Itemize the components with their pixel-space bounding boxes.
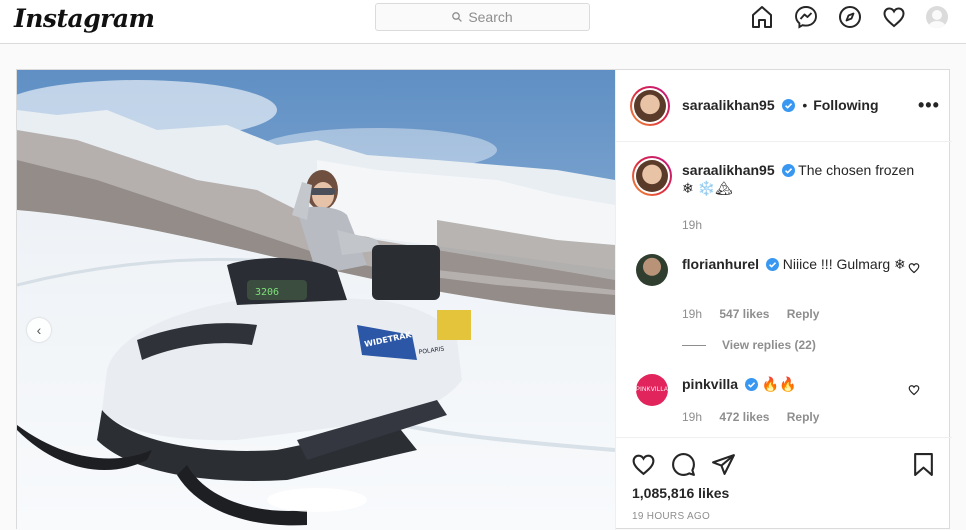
- search-placeholder: Search: [468, 9, 513, 25]
- post-header: saraalikhan95 • Following •••: [616, 70, 952, 142]
- post-author: saraalikhan95 • Following: [682, 97, 879, 113]
- post-timestamp[interactable]: 19 HOURS AGO: [632, 511, 710, 522]
- caption-avatar[interactable]: [632, 156, 672, 196]
- verified-badge-icon: [765, 258, 779, 271]
- comment-time[interactable]: 19h: [682, 307, 702, 321]
- verified-badge-icon: [744, 378, 758, 391]
- profile-avatar[interactable]: [926, 6, 948, 28]
- snowmobile-plate-text: 3206: [255, 287, 279, 298]
- comment-text: 🔥🔥: [761, 376, 797, 392]
- comment-username[interactable]: florianhurel: [682, 256, 759, 272]
- home-icon[interactable]: [750, 5, 774, 29]
- more-options-icon[interactable]: •••: [918, 95, 940, 116]
- comment-reply-button[interactable]: Reply: [787, 410, 820, 424]
- commenter-avatar[interactable]: PINKVILLA: [636, 374, 668, 406]
- activity-heart-icon[interactable]: [882, 5, 906, 29]
- comment-body: florianhurel Niiice !!! Gulmarg ❄: [682, 255, 922, 273]
- caption-body: saraalikhan95 The chosen frozen ❄ ❄️🏔: [682, 161, 922, 197]
- top-nav-bar: Instagram Search: [0, 0, 966, 44]
- comment-time[interactable]: 19h: [682, 410, 702, 424]
- comment-body: pinkvilla 🔥🔥: [682, 375, 922, 393]
- post-sidebar: saraalikhan95 • Following ••• saraalikha…: [615, 70, 952, 530]
- commenter-avatar[interactable]: [636, 254, 668, 286]
- comment-meta: 19h 547 likes Reply: [682, 305, 833, 323]
- comment-likes[interactable]: 547 likes: [719, 307, 769, 321]
- caption-time[interactable]: 19h: [682, 218, 702, 232]
- comment-like-heart-icon[interactable]: [908, 262, 920, 274]
- nav-icons: [750, 5, 948, 29]
- verified-badge-icon: [781, 164, 795, 177]
- caption-item: saraalikhan95 The chosen frozen ❄ ❄️🏔 19…: [632, 156, 937, 232]
- previous-slide-button[interactable]: ‹: [27, 318, 51, 342]
- comment-reply-button[interactable]: Reply: [787, 307, 820, 321]
- post-photo-image: 3206 WIDETRAK POLARIS: [17, 70, 615, 530]
- author-avatar[interactable]: [630, 86, 670, 126]
- instagram-logo[interactable]: Instagram: [14, 4, 155, 33]
- caption-username[interactable]: saraalikhan95: [682, 162, 775, 178]
- likes-count[interactable]: 1,085,816 likes: [632, 485, 729, 501]
- view-replies-label: View replies (22): [722, 338, 816, 352]
- search-icon: [452, 12, 463, 22]
- explore-icon[interactable]: [838, 5, 862, 29]
- caption-meta: 19h: [682, 216, 716, 234]
- view-replies-line: [682, 344, 706, 346]
- comment-bubble-icon[interactable]: [670, 451, 696, 477]
- share-paper-plane-icon[interactable]: [710, 451, 736, 477]
- post-card: 3206 WIDETRAK POLARIS ‹ saraalikhan95 •: [16, 69, 952, 530]
- save-bookmark-icon[interactable]: [910, 451, 936, 477]
- following-button[interactable]: Following: [813, 97, 878, 113]
- header-separator: •: [802, 97, 808, 113]
- author-username[interactable]: saraalikhan95: [682, 97, 775, 113]
- messenger-icon[interactable]: [794, 5, 818, 29]
- post-actions: 1,085,816 likes 19 HOURS AGO: [616, 437, 952, 530]
- comment-meta: 19h 472 likes Reply: [682, 408, 833, 426]
- view-replies-button[interactable]: View replies (22): [682, 338, 816, 352]
- verified-badge-icon: [781, 99, 795, 112]
- post-photo[interactable]: 3206 WIDETRAK POLARIS ‹: [17, 70, 615, 530]
- comment-like-heart-icon[interactable]: [908, 384, 920, 396]
- like-heart-icon[interactable]: [630, 451, 656, 477]
- comment-username[interactable]: pinkvilla: [682, 376, 738, 392]
- comment-text: Niiice !!! Gulmarg ❄: [782, 256, 906, 272]
- comment-item: PINKVILLA pinkvilla 🔥🔥 19h 472 likes Rep…: [632, 370, 937, 430]
- comment-likes[interactable]: 472 likes: [719, 410, 769, 424]
- search-input[interactable]: Search: [375, 3, 590, 31]
